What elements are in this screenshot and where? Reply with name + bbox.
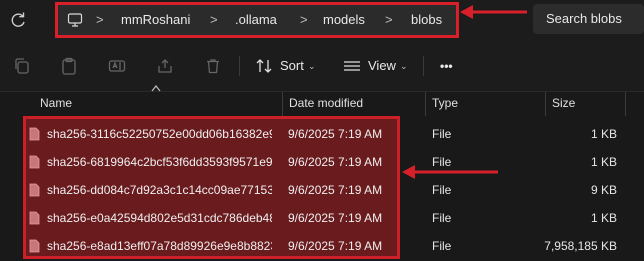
delete-icon[interactable]	[204, 57, 222, 75]
file-type: File	[432, 211, 452, 225]
view-icon	[344, 61, 360, 71]
paste-icon[interactable]	[60, 57, 78, 75]
address-row: > mmRoshani > .ollama > models > blobs S…	[0, 0, 644, 40]
command-bar: Sort ⌄ View ⌄ •••	[0, 40, 644, 92]
file-name: sha256-e0a42594d802e5d31cdc786deb48...	[47, 211, 272, 225]
file-size: 1 KB	[590, 211, 617, 225]
sort-label: Sort	[280, 58, 304, 73]
breadcrumb-item-ollama[interactable]: .ollama	[235, 3, 277, 37]
file-icon	[29, 239, 40, 253]
chevron-down-icon: ⌄	[308, 61, 316, 71]
search-input[interactable]: Search blobs	[533, 4, 644, 34]
file-date: 9/6/2025 7:19 AM	[288, 127, 383, 141]
file-icon	[29, 127, 40, 141]
file-type: File	[432, 239, 452, 253]
file-date: 9/6/2025 7:19 AM	[288, 183, 383, 197]
file-row[interactable]: sha256-6819964c2bcf53f6dd3593f9571e9... …	[0, 148, 644, 176]
breadcrumb-separator[interactable]: >	[96, 3, 104, 37]
sort-ascending-icon	[151, 85, 161, 92]
toolbar-divider	[239, 56, 240, 76]
file-date: 9/6/2025 7:19 AM	[288, 155, 383, 169]
column-header-row: Name Date modified Type Size	[0, 92, 644, 116]
search-placeholder: Search blobs	[546, 11, 622, 26]
breadcrumb-separator[interactable]: >	[300, 3, 308, 37]
column-divider[interactable]	[425, 92, 426, 116]
chevron-down-icon: ⌄	[400, 61, 408, 71]
rename-icon[interactable]	[108, 57, 126, 75]
breadcrumb-separator[interactable]: >	[385, 3, 393, 37]
column-divider[interactable]	[545, 92, 546, 116]
copy-icon[interactable]	[13, 57, 31, 75]
refresh-icon[interactable]	[6, 8, 30, 32]
sort-button[interactable]: Sort ⌄	[255, 54, 317, 78]
computer-icon[interactable]	[67, 12, 83, 28]
toolbar-divider	[423, 56, 424, 76]
breadcrumb-item-blobs[interactable]: blobs	[411, 3, 442, 37]
file-type: File	[432, 127, 452, 141]
column-header-date[interactable]: Date modified	[289, 92, 363, 116]
file-type: File	[432, 155, 452, 169]
file-row[interactable]: sha256-e0a42594d802e5d31cdc786deb48... 9…	[0, 204, 644, 232]
address-bar[interactable]: > mmRoshani > .ollama > models > blobs	[55, 3, 458, 37]
file-name: sha256-e8ad13eff07a78d89926e9e8b8823...	[47, 239, 272, 253]
view-button[interactable]: View ⌄	[343, 54, 411, 78]
file-row[interactable]: sha256-e8ad13eff07a78d89926e9e8b8823... …	[0, 232, 644, 260]
file-name: sha256-dd084c7d92a3c1c14cc09ae77153...	[47, 183, 272, 197]
breadcrumb-item-mmroshani[interactable]: mmRoshani	[121, 3, 190, 37]
share-icon[interactable]	[156, 57, 174, 75]
breadcrumb-separator[interactable]: >	[210, 3, 218, 37]
column-header-name[interactable]: Name	[40, 92, 72, 116]
sort-icon	[256, 59, 272, 73]
column-header-type[interactable]: Type	[432, 92, 458, 116]
file-name: sha256-6819964c2bcf53f6dd3593f9571e9...	[47, 155, 272, 169]
column-divider[interactable]	[625, 92, 626, 116]
file-icon	[29, 183, 40, 197]
file-date: 9/6/2025 7:19 AM	[288, 239, 383, 253]
file-name: sha256-3116c52250752e00dd06b16382e9...	[47, 127, 272, 141]
file-date: 9/6/2025 7:19 AM	[288, 211, 383, 225]
file-row[interactable]: sha256-dd084c7d92a3c1c14cc09ae77153... 9…	[0, 176, 644, 204]
breadcrumb-item-models[interactable]: models	[323, 3, 365, 37]
file-row[interactable]: sha256-3116c52250752e00dd06b16382e9... 9…	[0, 120, 644, 148]
file-size: 1 KB	[590, 127, 617, 141]
view-label: View	[368, 58, 396, 73]
file-size: 7,958,185 KB	[544, 239, 617, 253]
column-divider[interactable]	[282, 92, 283, 116]
more-options-button[interactable]: •••	[440, 54, 460, 78]
column-header-size[interactable]: Size	[552, 92, 575, 116]
file-type: File	[432, 183, 452, 197]
file-size: 9 KB	[590, 183, 617, 197]
file-icon	[29, 211, 40, 225]
file-size: 1 KB	[590, 155, 617, 169]
file-icon	[29, 155, 40, 169]
